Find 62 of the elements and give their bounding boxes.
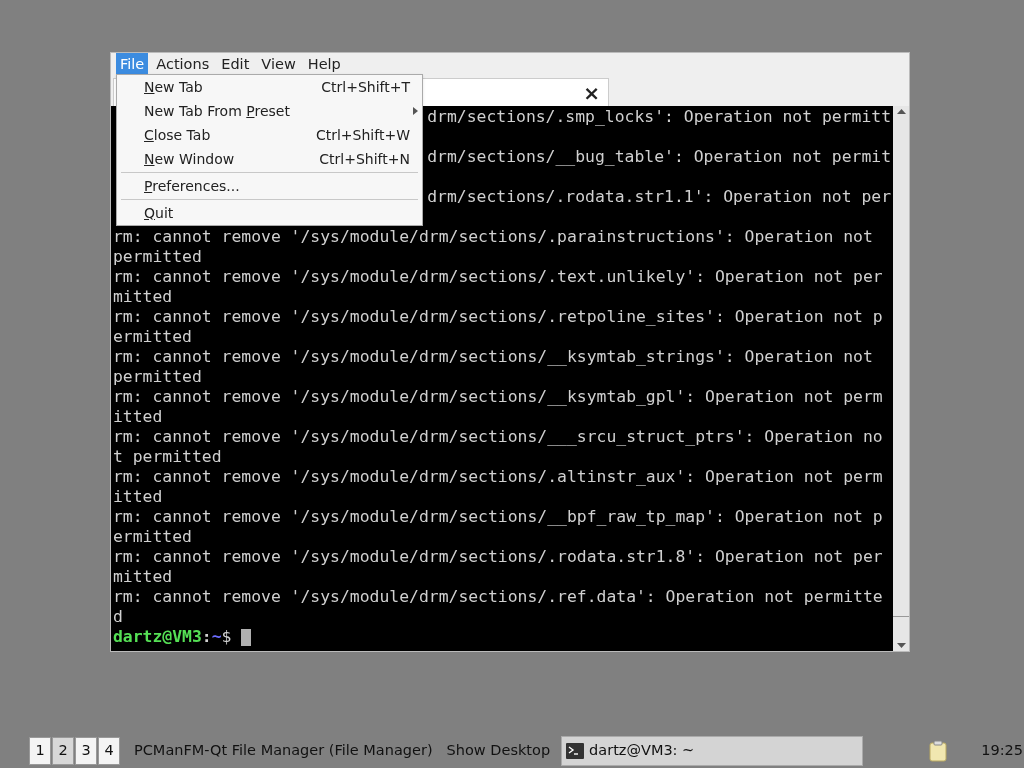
menu-bar-item[interactable]: Actions xyxy=(152,53,214,75)
menu-bar-item[interactable]: Help xyxy=(303,53,345,75)
menu-item-label: New Window xyxy=(144,149,235,169)
shortcut-label: Ctrl+Shift+T xyxy=(321,77,410,97)
scroll-down-icon[interactable] xyxy=(896,643,906,648)
terminal-line: ermitted xyxy=(113,327,192,347)
terminal-line: rm: cannot remove '/sys/module/drm/sections/.altinstr_aux': Operation not perm xyxy=(113,467,883,487)
menu-item-label: Preferences... xyxy=(144,176,240,196)
terminal-line: drm/sections/__bug_table': Operation not permit xyxy=(427,147,891,167)
terminal-line: t permitted xyxy=(113,447,222,467)
terminal-line: rm: cannot remove '/sys/module/drm/sections/.ref.data': Operation not permitte xyxy=(113,587,883,607)
terminal-line: rm: cannot remove '/sys/module/drm/sections/___srcu_struct_ptrs': Operation no xyxy=(113,427,883,447)
clock: 19:25 xyxy=(981,741,1023,761)
clipboard-icon[interactable] xyxy=(928,740,949,762)
prompt-path: ~ xyxy=(211,627,222,647)
menu-bar-item[interactable]: Edit xyxy=(217,53,254,75)
terminal-line: rm: cannot remove '/sys/module/drm/sections/.retpoline_sites': Operation not p xyxy=(113,307,883,327)
terminal-line: permitted xyxy=(113,247,202,267)
menu-item-label: Quit xyxy=(144,203,174,223)
taskbar-window-button[interactable]: dartz@VM3: ~ xyxy=(561,736,864,766)
terminal-line: rm: cannot remove '/sys/module/drm/sections/.text.unlikely': Operation not per xyxy=(113,267,883,287)
terminal-line: ermitted xyxy=(113,527,192,547)
scrollbar[interactable] xyxy=(893,106,909,651)
menu-item[interactable]: Close Tab Ctrl+Shift+W xyxy=(117,123,422,147)
terminal-line: rm: cannot remove '/sys/module/drm/sections/__bpf_raw_tp_map': Operation not p xyxy=(113,507,883,527)
terminal-line: mitted xyxy=(113,287,173,307)
taskbar-button[interactable]: Show Desktop xyxy=(439,740,558,762)
shortcut-label: Ctrl+Shift+N xyxy=(319,149,410,169)
prompt-colon: : xyxy=(201,627,212,647)
terminal-line: rm: cannot remove '/sys/module/drm/sections/__ksymtab_strings': Operation not xyxy=(113,347,873,367)
desktop-switch-button[interactable]: 4 xyxy=(98,737,120,765)
taskbar-button[interactable]: PCManFM-Qt File Manager (File Manager) xyxy=(127,740,440,762)
menu-item-label: New Tab From Preset xyxy=(144,101,290,121)
terminal-line: drm/sections/.smp_locks': Operation not permitt xyxy=(427,107,891,127)
menu-bar-item[interactable]: View xyxy=(257,53,300,75)
desktop-switch-button[interactable]: 2 xyxy=(52,737,74,765)
menu-item[interactable]: Quit xyxy=(117,201,422,225)
terminal-line: mitted xyxy=(113,567,173,587)
terminal-line: itted xyxy=(113,407,163,427)
terminal-line: rm: cannot remove '/sys/module/drm/sections/__ksymtab_gpl': Operation not perm xyxy=(113,387,883,407)
prompt-symbol: $ xyxy=(221,627,232,647)
menu-item[interactable]: New Tab From Preset xyxy=(117,99,422,123)
terminal-line: rm: cannot remove '/sys/module/drm/sections/.rodata.str1.8': Operation not per xyxy=(113,547,883,567)
menu-item-label: New Tab xyxy=(144,77,203,97)
prompt-user-host: dartz@VM3 xyxy=(113,627,202,647)
desktop-switch-button[interactable]: 3 xyxy=(75,737,97,765)
terminal-line: itted xyxy=(113,487,163,507)
menu-item[interactable]: New Window Ctrl+Shift+N xyxy=(117,147,422,171)
terminal-line: d xyxy=(113,607,123,627)
menu-item[interactable]: Preferences... xyxy=(117,174,422,198)
menu-item-label: Close Tab xyxy=(144,125,211,145)
close-tab-button[interactable]: × xyxy=(583,82,600,103)
scroll-up-icon[interactable] xyxy=(896,109,906,114)
text-cursor xyxy=(241,628,252,646)
terminal-line: rm: cannot remove '/sys/module/drm/sections/.parainstructions': Operation not xyxy=(113,227,873,247)
terminal-line: drm/sections/.rodata.str1.1': Operation not per xyxy=(427,187,891,207)
submenu-arrow-icon xyxy=(413,107,418,115)
shortcut-label: Ctrl+Shift+W xyxy=(315,125,410,145)
menu-item[interactable]: New Tab Ctrl+Shift+T xyxy=(117,75,422,99)
terminal-icon xyxy=(566,743,585,759)
desktop-switch-button[interactable]: 1 xyxy=(29,737,51,765)
terminal-line: permitted xyxy=(113,367,202,387)
